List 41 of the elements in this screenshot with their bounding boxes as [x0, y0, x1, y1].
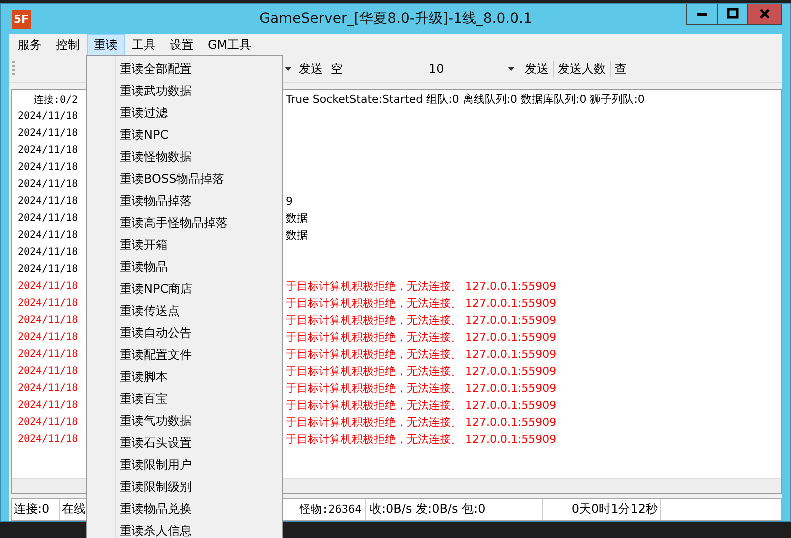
log-date: 2024/11/18 [18, 264, 78, 275]
log-date: 2024/11/18 [18, 400, 78, 411]
log-date: 2024/11/18 [18, 128, 78, 139]
status-text: 0天0时1分12秒 [543, 499, 661, 520]
log-date: 2024/11/18 [18, 111, 78, 122]
log-text: 数据 [286, 228, 308, 243]
status-text: 连接:0 [12, 499, 60, 520]
log-text: 于目标计算机积极拒绝，无法连接。 127.0.0.1:55909 [286, 381, 557, 396]
log-date: 2024/11/18 [18, 298, 78, 309]
log-date: 2024/11/18 [18, 383, 78, 394]
log-text: 于目标计算机积极拒绝，无法连接。 127.0.0.1:55909 [286, 330, 557, 345]
log-text: 于目标计算机积极拒绝，无法连接。 127.0.0.1:55909 [286, 279, 557, 294]
log-text: 连接:0/2 [34, 94, 78, 106]
log-date: 2024/11/18 [18, 281, 78, 292]
window-title: GameServer_[华夏8.0-升级]-1线_8.0.0.1 [258, 10, 534, 28]
log-text: 于目标计算机积极拒绝，无法连接。 127.0.0.1:55909 [286, 415, 557, 430]
log-text: 于目标计算机积极拒绝，无法连接。 127.0.0.1:55909 [286, 364, 557, 379]
log-date: 2024/11/18 [18, 349, 78, 360]
log-text: True SocketState:Started 组队:0 离线队列:0 数据库队列:0 狮子列队:0 [286, 92, 645, 107]
log-text: 于目标计算机积极拒绝，无法连接。 127.0.0.1:55909 [286, 296, 557, 311]
log-text: 于目标计算机积极拒绝，无法连接。 127.0.0.1:55909 [286, 347, 557, 362]
app-icon: 5F [12, 10, 31, 28]
log-date: 2024/11/18 [18, 366, 78, 377]
log-date: 2024/11/18 [18, 213, 78, 224]
log-text: 于目标计算机积极拒绝，无法连接。 127.0.0.1:55909 [286, 313, 557, 328]
log-date: 2024/11/18 [18, 230, 78, 241]
log-date: 2024/11/18 [18, 434, 78, 445]
log-date: 2024/11/18 [18, 162, 78, 173]
log-text: 9 [286, 195, 293, 208]
log-date: 2024/11/18 [18, 145, 78, 156]
log-date: 2024/11/18 [18, 332, 78, 343]
log-date: 2024/11/18 [18, 179, 78, 190]
log-date: 2024/11/18 [18, 417, 78, 428]
log-date: 2024/11/18 [18, 247, 78, 258]
log-text: 数据 [286, 211, 308, 226]
status-text: 在线 [61, 501, 86, 518]
log-date: 2024/11/18 [18, 196, 78, 207]
log-text: 于目标计算机积极拒绝，无法连接。 127.0.0.1:55909 [286, 398, 557, 413]
status-text: 收:0B/s 发:0B/s 包:0 [366, 499, 543, 520]
log-text: 于目标计算机积极拒绝，无法连接。 127.0.0.1:55909 [286, 432, 557, 447]
log-date: 2024/11/18 [18, 315, 78, 326]
